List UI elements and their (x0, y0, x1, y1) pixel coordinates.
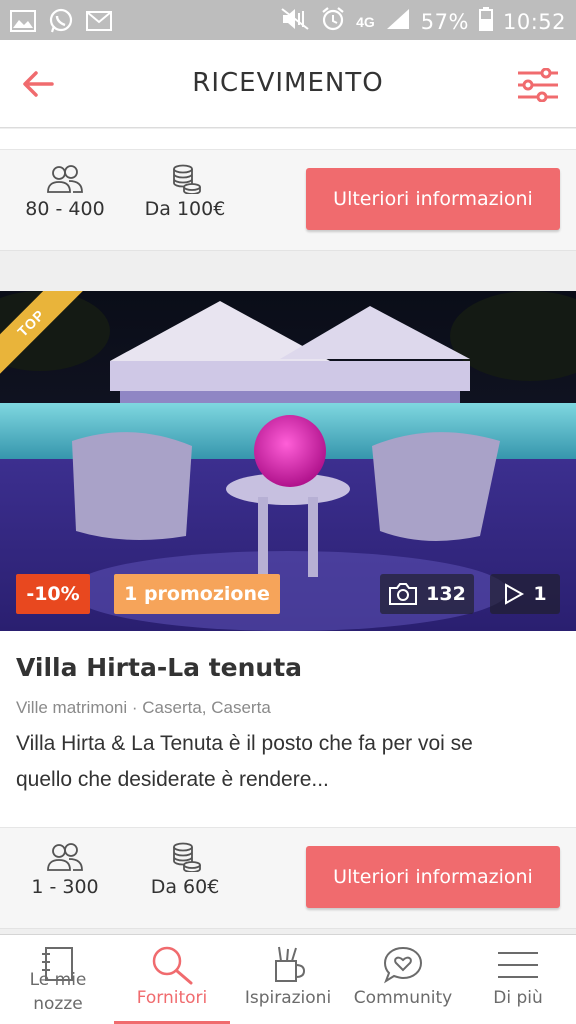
discount-badge: -10% (16, 574, 90, 614)
card-gap (0, 251, 576, 291)
filter-button[interactable] (516, 67, 560, 103)
description-line: Villa Hirta & La Tenuta è il posto che f… (16, 732, 473, 755)
listing-info-row: 1 - 300 Da 60€ Ulteriori informazioni (0, 827, 576, 929)
bottom-navigation: Le mie nozze Fornitori Ispirazioni Commu… (0, 934, 576, 1024)
pencil-cup-icon (275, 946, 306, 982)
alarm-icon (320, 6, 346, 38)
nav-label: Le mie (29, 970, 87, 990)
mail-icon (86, 11, 112, 36)
menu-icon (498, 952, 538, 978)
nav-item-more[interactable]: Di più (460, 935, 576, 1024)
chat-heart-icon (383, 946, 423, 984)
guests-icon (47, 165, 83, 193)
listing-info-row: 80 - 400 Da 100€ Ulteriori informazioni (0, 149, 576, 251)
price-stat: Da 60€ (130, 842, 240, 898)
search-icon (152, 946, 193, 985)
battery-icon (478, 7, 493, 37)
nav-label: Fornitori (136, 988, 208, 1008)
nav-item-vendors[interactable]: Fornitori (114, 935, 230, 1024)
mute-icon (280, 7, 310, 37)
sliders-icon (518, 67, 558, 103)
status-bar: 4G 57% 10:52 (0, 0, 576, 40)
promotion-badge: 1 promozione (114, 574, 280, 614)
clock: 10:52 (502, 10, 566, 34)
camera-icon (389, 583, 418, 605)
vendor-photo[interactable]: TOP -10% 1 promozione 132 1 (0, 291, 576, 631)
capacity-value: 80 - 400 (25, 198, 105, 220)
vendor-description: Villa Hirta & La Tenuta è il posto che f… (16, 726, 560, 798)
whatsapp-icon (48, 8, 74, 39)
guests-icon (47, 843, 83, 871)
price-stat: Da 100€ (130, 164, 240, 220)
capacity-value: 1 - 300 (31, 876, 99, 898)
app-header: RICEVIMENTO (0, 40, 576, 128)
nav-label: Community (353, 988, 453, 1008)
price-value: Da 100€ (144, 198, 226, 220)
nav-label: Di più (493, 988, 543, 1008)
previous-card-tail (0, 129, 576, 149)
page-title: RICEVIMENTO (192, 68, 384, 98)
gallery-notification-icon (10, 10, 36, 37)
nav-item-community[interactable]: Community (344, 935, 462, 1024)
vendor-name[interactable]: Villa Hirta-La tenuta (16, 653, 560, 682)
more-info-button[interactable]: Ulteriori informazioni (306, 846, 560, 908)
vendor-list[interactable]: 80 - 400 Da 100€ Ulteriori informazioni (0, 129, 576, 934)
vendor-category-location: Ville matrimoni · Caserta, Caserta (16, 698, 271, 717)
coins-icon (173, 842, 201, 872)
nav-label: Ispirazioni (244, 988, 332, 1008)
more-info-button[interactable]: Ulteriori informazioni (306, 168, 560, 230)
coins-icon (173, 164, 201, 194)
play-icon (505, 583, 525, 605)
capacity-stat: 80 - 400 (10, 164, 120, 220)
nav-item-wedding[interactable]: Le mie nozze (0, 935, 116, 1024)
capacity-stat: 1 - 300 (10, 842, 120, 898)
vendor-card[interactable]: TOP -10% 1 promozione 132 1 Villa Hirta-… (0, 291, 576, 929)
video-count: 1 (533, 583, 547, 605)
nav-item-inspiration[interactable]: Ispirazioni (230, 935, 346, 1024)
price-value: Da 60€ (150, 876, 220, 898)
app-screen: 4G 57% 10:52 RICEVIMENTO 80 - 400 Da 100… (0, 0, 576, 1024)
photo-count: 132 (426, 583, 466, 605)
video-count-pill[interactable]: 1 (490, 574, 560, 614)
signal-icon (385, 7, 411, 37)
nav-label: nozze (33, 994, 83, 1014)
vendor-card-body: Villa Hirta-La tenuta Ville matrimoni · … (0, 631, 576, 827)
description-line: quello che desiderate è rendere... (16, 768, 329, 791)
photo-count-pill[interactable]: 132 (380, 574, 474, 614)
network-type: 4G (356, 14, 375, 30)
battery-percent: 57% (420, 10, 469, 34)
top-ribbon: TOP (0, 291, 84, 375)
top-ribbon-label: TOP (0, 291, 84, 375)
